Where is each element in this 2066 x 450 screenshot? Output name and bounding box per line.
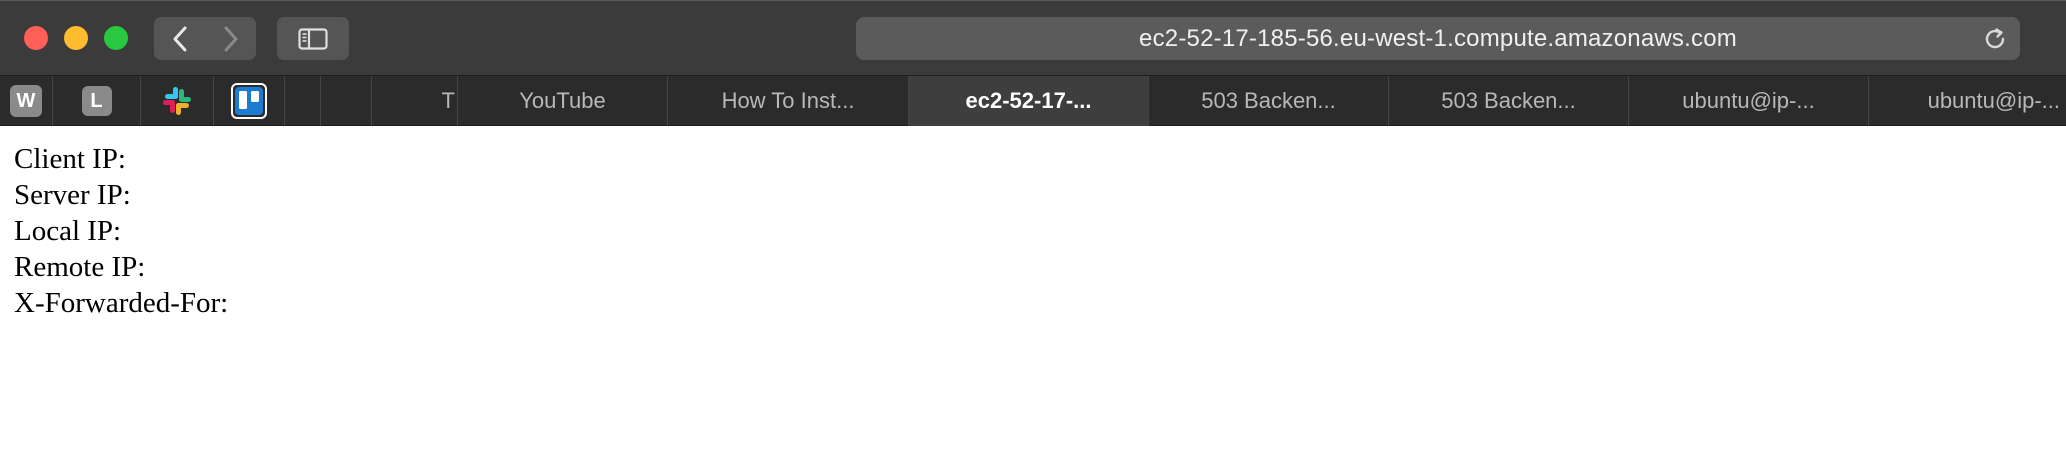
empty-pinned-tab[interactable] [285,76,321,126]
address-bar[interactable]: ec2-52-17-185-56.eu-west-1.compute.amazo… [856,17,2020,60]
navigation-buttons [154,17,256,60]
chevron-left-icon [173,26,186,51]
tab-label: ubuntu@ip-... [1927,88,2060,113]
minimize-window-button[interactable] [64,26,88,50]
tab-label: T [441,88,455,113]
reload-icon [1985,27,2004,48]
tab-503-backend-2[interactable]: 503 Backen... [1389,76,1629,126]
tab-bar: W L T YouTube How To Inst... ec2-52-17-.… [0,75,2066,126]
tab-label: How To Inst... [721,88,855,113]
server-ip-line: Server IP: [14,179,131,211]
browser-toolbar: ec2-52-17-185-56.eu-west-1.compute.amazo… [0,0,2066,75]
reload-button[interactable] [1981,25,2008,52]
page-content: Client IP: Server IP: Local IP: Remote I… [14,141,228,321]
tab-ubuntu-1[interactable]: ubuntu@ip-... [1629,76,1869,126]
local-ip-line: Local IP: [14,215,122,247]
close-window-button[interactable] [24,26,48,50]
l-favicon-icon: L [81,86,112,116]
pinned-tab-slack[interactable] [141,76,214,126]
pinned-tab-l[interactable]: L [53,76,141,126]
tab-label: 503 Backen... [1201,88,1336,113]
slack-icon [163,87,191,115]
chevron-right-icon [224,26,237,51]
tab-label: ubuntu@ip-... [1682,88,1815,113]
pinned-tab-w[interactable]: W [0,76,53,126]
tab-truncated[interactable]: T [372,76,458,126]
w-favicon-icon: W [10,85,42,117]
pinned-tab-trello[interactable] [214,76,285,126]
back-button[interactable] [154,17,205,60]
x-forwarded-for-line: X-Forwarded-For: [14,287,229,319]
pinned-tab-label: L [90,89,103,112]
forward-button[interactable] [205,17,256,60]
tab-how-to-install[interactable]: How To Inst... [668,76,909,126]
trello-icon [231,83,267,119]
tab-503-backend-1[interactable]: 503 Backen... [1149,76,1389,126]
pinned-tab-label: W [16,89,36,112]
tab-ubuntu-2[interactable]: ubuntu@ip-... [1869,76,2066,126]
tab-ec2-active[interactable]: ec2-52-17-... [909,76,1149,126]
sidebar-toggle-button[interactable] [277,17,349,60]
sidebar-icon [298,27,328,50]
tab-label: ec2-52-17-... [965,88,1092,113]
maximize-window-button[interactable] [104,26,128,50]
tab-label: YouTube [519,88,606,113]
tab-youtube[interactable]: YouTube [458,76,668,126]
remote-ip-line: Remote IP: [14,251,146,283]
tab-label: 503 Backen... [1441,88,1576,113]
address-text: ec2-52-17-185-56.eu-west-1.compute.amazo… [1139,24,1737,52]
client-ip-line: Client IP: [14,143,126,175]
empty-pinned-tab[interactable] [321,76,372,126]
